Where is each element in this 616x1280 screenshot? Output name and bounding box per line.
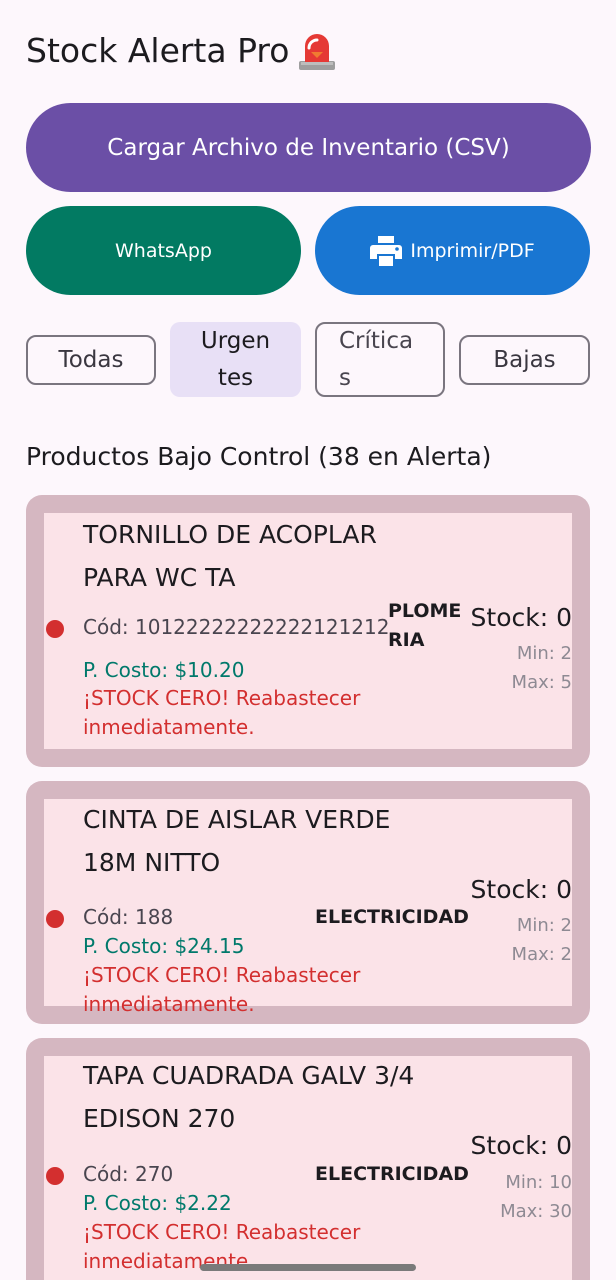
stock-value: Stock: 0 xyxy=(470,603,572,632)
product-category: ELECTRICIDAD xyxy=(315,906,469,928)
filter-chip-urgentes[interactable]: Urgen tes xyxy=(170,322,301,397)
filter-chip-todas[interactable]: Todas xyxy=(26,335,156,385)
filter-chip-label: Todas xyxy=(58,346,124,373)
stock-value: Stock: 0 xyxy=(470,1131,572,1160)
section-title: Productos Bajo Control (38 en Alerta) xyxy=(26,442,492,471)
category-line: RIA xyxy=(388,629,425,651)
product-card-body: TAPA CUADRADA GALV 3/4 EDISON 270 Cód: 2… xyxy=(44,1056,572,1280)
alert-dot-icon xyxy=(46,910,64,928)
stock-value: Stock: 0 xyxy=(470,875,572,904)
stock-minmax: Min: 2 Max: 5 xyxy=(512,639,572,697)
product-name: TORNILLO DE ACOPLAR PARA WC TA xyxy=(83,520,377,592)
stock-alert-message: ¡STOCK CERO! Reabastecer inmediatamente. xyxy=(83,963,361,1016)
stock-max: Max: 2 xyxy=(511,944,572,965)
product-code: Cód: 10122222222222121212 xyxy=(83,615,390,639)
stock-minmax: Min: 10 Max: 30 xyxy=(500,1168,572,1226)
print-pdf-button[interactable]: Imprimir/PDF xyxy=(315,206,590,295)
stock-min: Min: 10 xyxy=(505,1172,572,1193)
product-card[interactable]: TAPA CUADRADA GALV 3/4 EDISON 270 Cód: 2… xyxy=(26,1038,590,1280)
product-category: ELECTRICIDAD xyxy=(315,1163,469,1185)
product-card-body: CINTA DE AISLAR VERDE 18M NITTO Cód: 188… xyxy=(44,799,572,1016)
product-cost: P. Costo: $2.22 xyxy=(83,1191,232,1215)
filter-chip-label: Urgen tes xyxy=(201,323,270,397)
app-title: Stock Alerta Pro xyxy=(26,28,337,72)
product-name: CINTA DE AISLAR VERDE 18M NITTO xyxy=(83,805,391,877)
load-csv-button[interactable]: Cargar Archivo de Inventario (CSV) xyxy=(26,103,591,192)
alert-dot-icon xyxy=(46,620,64,638)
product-card-body: TORNILLO DE ACOPLAR PARA WC TA Cód: 1012… xyxy=(44,513,572,749)
stock-min: Min: 2 xyxy=(516,915,572,936)
product-card[interactable]: TORNILLO DE ACOPLAR PARA WC TA Cód: 1012… xyxy=(26,495,590,767)
print-pdf-label: Imprimir/PDF xyxy=(410,239,535,262)
category-line: PLOME xyxy=(388,600,462,622)
app-title-text: Stock Alerta Pro xyxy=(26,30,290,70)
chip-label-line: tes xyxy=(217,364,254,391)
whatsapp-button[interactable]: WhatsApp xyxy=(26,206,301,295)
stock-max: Max: 5 xyxy=(511,672,572,693)
product-cost: P. Costo: $24.15 xyxy=(83,934,245,958)
product-code: Cód: 270 xyxy=(83,1162,174,1186)
product-category: PLOME RIA xyxy=(388,597,461,655)
filter-chip-label: Crítica s xyxy=(339,323,421,397)
stock-min: Min: 2 xyxy=(516,643,572,664)
chip-label-line: s xyxy=(339,364,351,391)
filter-chip-criticas[interactable]: Crítica s xyxy=(315,322,445,397)
stock-alert-message: ¡STOCK CERO! Reabastecer inmediatamente. xyxy=(83,686,361,739)
filter-chip-bajas[interactable]: Bajas xyxy=(459,335,590,385)
gesture-home-bar[interactable] xyxy=(200,1264,416,1271)
product-code: Cód: 188 xyxy=(83,905,174,929)
product-card[interactable]: CINTA DE AISLAR VERDE 18M NITTO Cód: 188… xyxy=(26,781,590,1024)
stock-minmax: Min: 2 Max: 2 xyxy=(512,911,572,969)
chip-label-line: Urgen xyxy=(200,327,271,354)
printer-icon xyxy=(370,235,403,266)
product-cost: P. Costo: $10.20 xyxy=(83,658,245,682)
stock-max: Max: 30 xyxy=(500,1201,572,1222)
product-name: TAPA CUADRADA GALV 3/4 EDISON 270 xyxy=(83,1061,415,1133)
rotating-light-icon xyxy=(299,34,336,70)
filter-chip-label: Bajas xyxy=(493,346,556,373)
alert-dot-icon xyxy=(46,1167,64,1185)
chip-label-line: Crítica xyxy=(339,327,414,354)
